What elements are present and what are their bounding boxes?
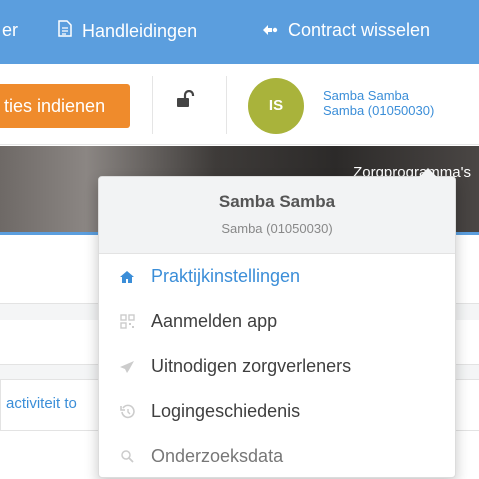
top-navigation-bar: er Handleidingen Contract wisselen [0,0,479,64]
nav-item-label: Handleidingen [82,20,198,41]
menu-item-onderzoeksdata[interactable]: Onderzoeksdata [99,434,455,479]
home-icon [115,268,139,286]
dropdown-caret [419,168,437,177]
divider [152,76,153,134]
exchange-icon [262,20,278,41]
user-dropdown-menu: Samba Samba Samba (01050030) Praktijkins… [98,168,456,479]
unlock-icon[interactable] [176,89,196,113]
nav-item-contract-wisselen[interactable]: Contract wisselen [262,20,430,41]
document-icon [58,20,72,42]
nav-item-label: er [2,20,19,40]
menu-item-uitnodigen-zorgverleners[interactable]: Uitnodigen zorgverleners [99,344,455,389]
nav-item-handleidingen[interactable]: Handleidingen [58,20,197,42]
user-practice: Samba (01050030) [323,103,435,118]
toolbar: ties indienen IS Samba Samba Samba (0105… [0,64,479,145]
submit-button[interactable]: ties indienen [0,84,130,128]
user-name: Samba Samba [323,88,409,103]
menu-item-label: Uitnodigen zorgverleners [151,356,352,376]
qr-code-icon [115,313,139,331]
history-icon [115,403,139,421]
menu-item-praktijkinstellingen[interactable]: Praktijkinstellingen [99,254,455,299]
menu-item-label: Onderzoeksdata [151,446,284,466]
divider [226,76,227,134]
dropdown-user-subtitle: Samba (01050030) [221,221,333,236]
avatar[interactable]: IS [248,78,304,134]
menu-item-logingeschiedenis[interactable]: Logingeschiedenis [99,389,455,434]
research-icon [115,448,139,466]
menu-item-label: Logingeschiedenis [151,401,301,421]
dropdown-menu-list: Praktijkinstellingen Aanmelden app Uitno… [99,254,455,479]
nav-item-label: Contract wisselen [288,20,431,40]
dropdown-header: Samba Samba Samba (01050030) [99,177,455,254]
menu-item-label: Aanmelden app [151,311,278,331]
menu-item-aanmelden-app[interactable]: Aanmelden app [99,299,455,344]
activity-link[interactable]: activiteit to [6,395,77,412]
nav-item-truncated[interactable]: er [2,20,18,41]
paper-plane-icon [115,358,139,376]
menu-item-label: Praktijkinstellingen [151,266,301,286]
dropdown-user-name: Samba Samba [218,192,336,211]
user-account-menu-toggle[interactable]: Samba Samba Samba (01050030) [323,88,434,118]
